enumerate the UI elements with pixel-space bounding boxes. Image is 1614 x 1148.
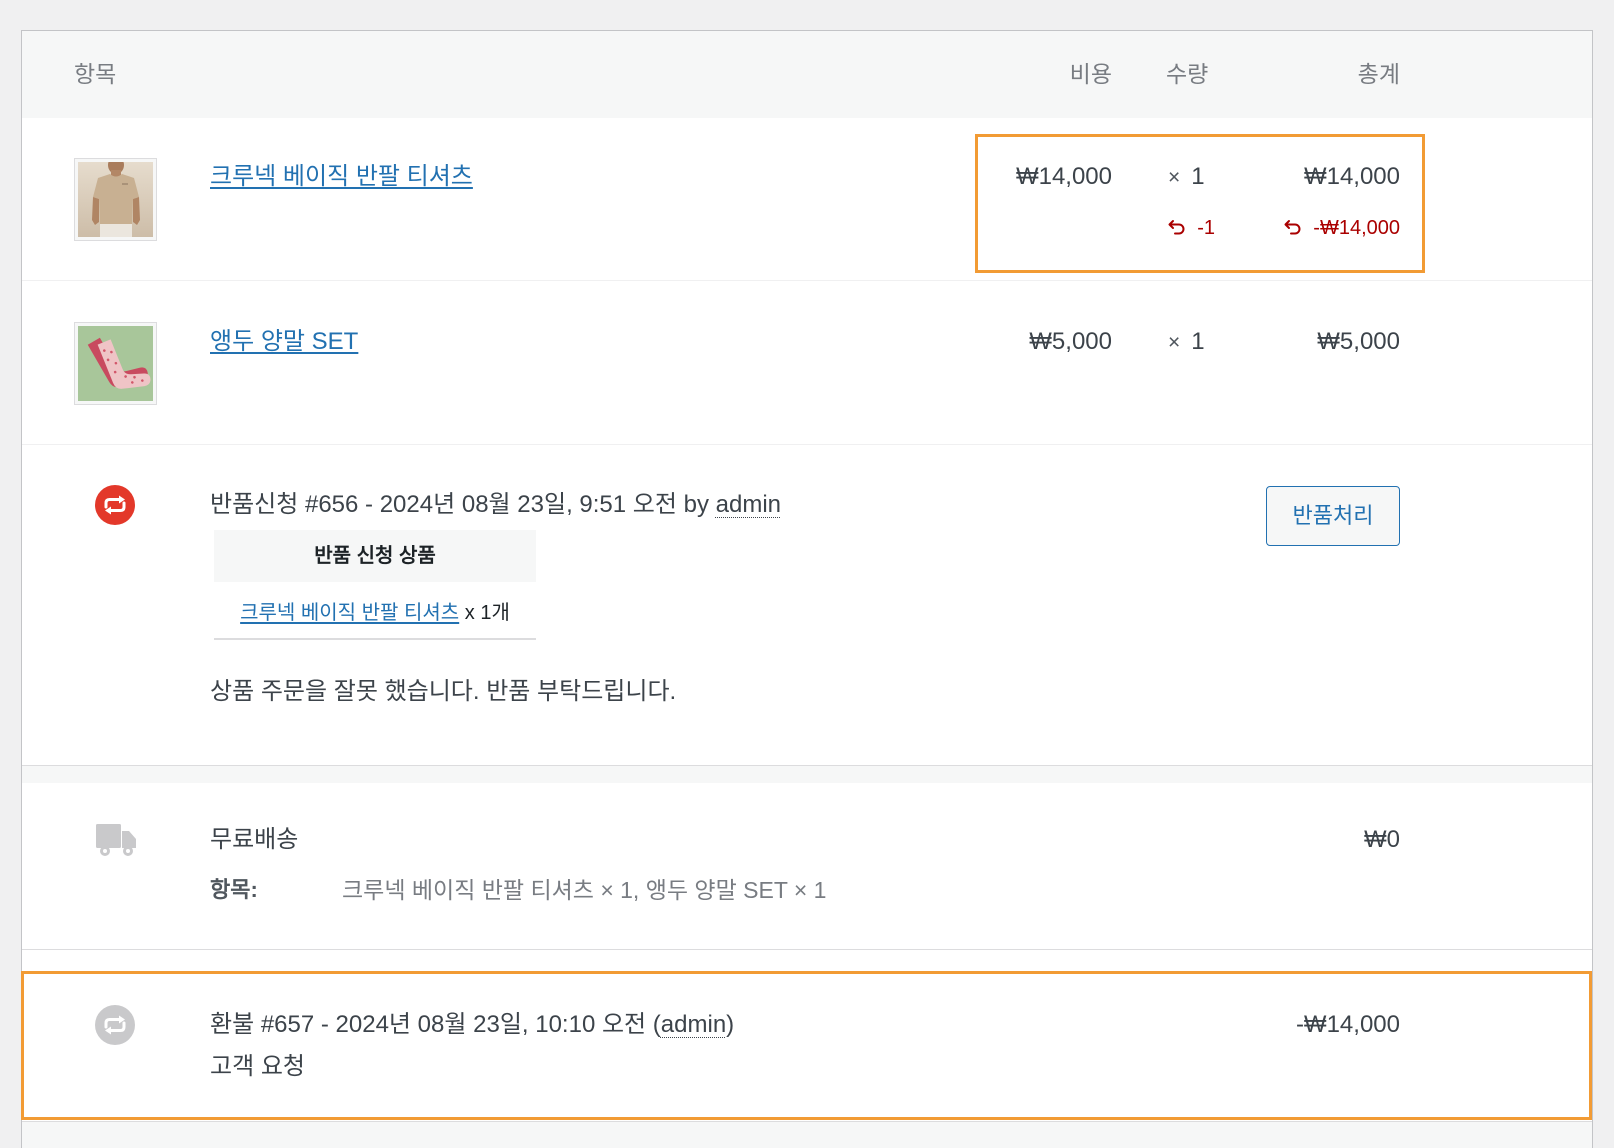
refunded-quantity-value: -1 xyxy=(1197,217,1215,239)
item-cost: ₩14,000 xyxy=(1015,163,1112,190)
refund-title-end: ) xyxy=(726,1011,735,1038)
truck-icon xyxy=(96,822,136,857)
return-item-link[interactable]: 크루넥 베이직 반팔 티셔츠 xyxy=(240,602,459,624)
item-total: ₩5,000 xyxy=(1317,328,1400,355)
item-quantity: × 1 xyxy=(1168,161,1205,194)
items-table-header: 항목 비용 수량 총계 xyxy=(22,31,1592,118)
shipping-total: ₩0 xyxy=(1364,826,1400,853)
column-header-quantity[interactable]: 수량 xyxy=(1166,31,1208,118)
return-request-title: 반품신청 #656 - 2024년 08월 23일, 9:51 오전 by ad… xyxy=(210,489,781,521)
shipping-method-name: 무료배송 xyxy=(210,826,299,853)
refund-amount: -₩14,000 xyxy=(1295,1011,1400,1038)
refunded-total: -₩14,000 xyxy=(1283,214,1400,242)
item-total: ₩14,000 xyxy=(1303,163,1400,190)
product-thumbnail xyxy=(74,322,157,405)
quantity-value: 1 xyxy=(1191,163,1205,190)
times-sign: × xyxy=(1168,331,1181,354)
return-request-row: 반품신청 #656 - 2024년 08월 23일, 9:51 오전 by ad… xyxy=(22,445,1592,766)
return-items-table-header: 반품 신청 상품 xyxy=(214,530,536,582)
line-item-row: 앵두 양말 SET ₩5,000 × 1 ₩5,000 xyxy=(22,281,1592,445)
return-request-icon xyxy=(95,485,135,525)
item-quantity: × 1 xyxy=(1168,326,1205,359)
refunded-quantity: -1 xyxy=(1167,214,1215,242)
column-header-item[interactable]: 항목 xyxy=(74,31,116,118)
order-totals-section-edge xyxy=(22,1121,1592,1148)
line-item-row: 크루넥 베이직 반팔 티셔츠 ₩14,000 × 1 ₩14,000 -1 -₩1… xyxy=(22,118,1592,281)
refund-reason: 고객 요청 xyxy=(210,1053,305,1080)
column-header-total[interactable]: 총계 xyxy=(1358,31,1400,118)
refund-author: admin xyxy=(660,1011,727,1038)
refund-title-text: 환불 #657 - 2024년 08월 23일, 10:10 오전 ( xyxy=(210,1011,661,1038)
return-items-table: 반품 신청 상품 크루넥 베이직 반팔 티셔츠 x 1개 xyxy=(214,530,536,640)
return-items-table-row: 크루넥 베이직 반팔 티셔츠 x 1개 xyxy=(214,582,536,640)
product-thumbnail xyxy=(74,158,157,241)
return-request-title-text: 반품신청 #656 - 2024년 08월 23일, 9:51 오전 by xyxy=(210,491,709,518)
order-items-panel: 항목 비용 수량 총계 크루넥 베이직 반팔 티셔츠 ₩14,000 × 1 ₩1… xyxy=(21,30,1593,1148)
return-request-author: admin xyxy=(715,491,782,518)
item-cost: ₩5,000 xyxy=(1029,328,1112,355)
refunded-total-value: -₩14,000 xyxy=(1313,217,1400,239)
return-item-quantity: x 1개 xyxy=(464,602,510,624)
times-sign: × xyxy=(1168,166,1181,189)
product-name-link[interactable]: 앵두 양말 SET xyxy=(210,326,358,358)
quantity-value: 1 xyxy=(1191,328,1205,355)
column-header-cost[interactable]: 비용 xyxy=(1070,31,1112,118)
undo-icon xyxy=(1167,218,1187,238)
shipping-row: 무료배송 ₩0 항목: 크루넥 베이직 반팔 티셔츠 × 1, 앵두 양말 SE… xyxy=(22,783,1592,950)
return-request-reason: 상품 주문을 잘못 했습니다. 반품 부탁드립니다. xyxy=(210,678,677,705)
shipping-meta-label: 항목: xyxy=(210,877,258,902)
refund-icon xyxy=(95,1005,135,1045)
process-return-button[interactable]: 반품처리 xyxy=(1266,486,1400,546)
refund-row: 환불 #657 - 2024년 08월 23일, 10:10 오전 (admin… xyxy=(22,950,1592,1121)
shipping-meta-value: 크루넥 베이직 반팔 티셔츠 × 1, 앵두 양말 SET × 1 xyxy=(342,877,827,903)
section-separator xyxy=(22,766,1592,783)
refund-title: 환불 #657 - 2024년 08월 23일, 10:10 오전 (admin… xyxy=(210,1009,734,1041)
product-name-link[interactable]: 크루넥 베이직 반팔 티셔츠 xyxy=(210,161,473,193)
undo-icon xyxy=(1283,218,1303,238)
